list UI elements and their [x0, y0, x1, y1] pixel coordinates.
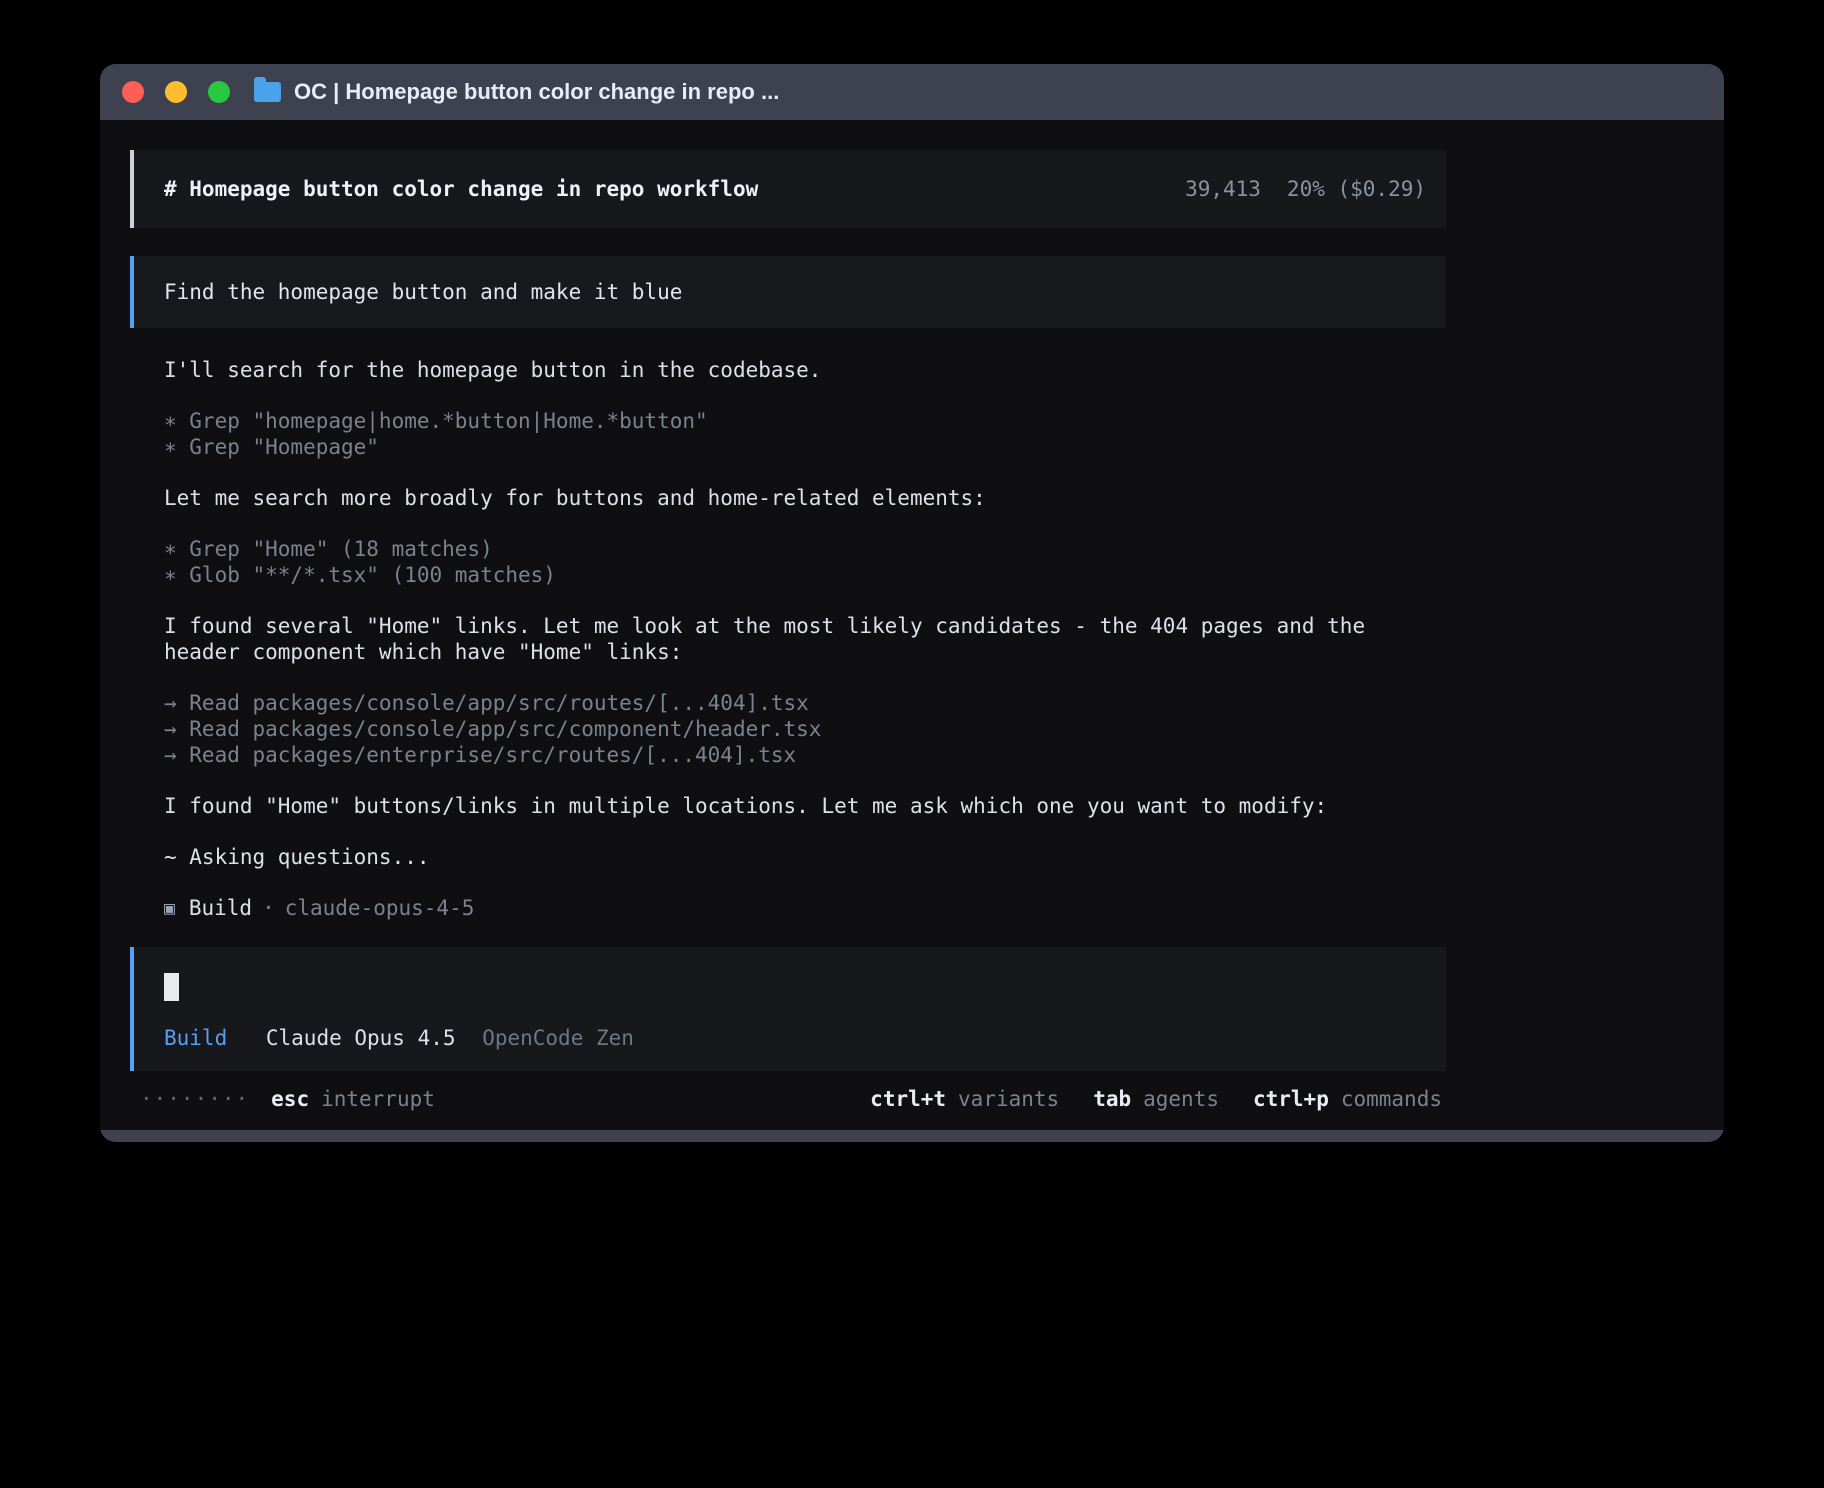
tool-call-grep: ∗ Grep "Home" (18 matches) — [164, 536, 1446, 562]
shortcut-label-interrupt: interrupt — [321, 1087, 435, 1111]
tool-call-grep: ∗ Grep "Homepage" — [164, 434, 1446, 460]
agent-separator: · — [262, 896, 275, 920]
window-bottom-edge — [100, 1130, 1724, 1142]
status-bar-left: ········ esc interrupt — [140, 1087, 435, 1111]
shortcut-key-ctrl-p: ctrl+p — [1253, 1087, 1329, 1111]
assistant-text: I'll search for the homepage button in t… — [164, 357, 1414, 383]
assistant-text: I found several "Home" links. Let me loo… — [164, 613, 1414, 665]
terminal-content: # Homepage button color change in repo w… — [100, 120, 1724, 1130]
shortcut-variants: ctrl+t variants — [870, 1087, 1059, 1111]
user-message-text: Find the homepage button and make it blu… — [164, 280, 682, 304]
working-status: ~ Asking questions... — [164, 844, 1414, 870]
shortcut-commands: ctrl+p commands — [1253, 1087, 1442, 1111]
shortcut-agents: tab agents — [1093, 1087, 1219, 1111]
session-header: # Homepage button color change in repo w… — [130, 150, 1446, 228]
provider-label: OpenCode Zen — [482, 1026, 634, 1050]
tool-call-group: → Read packages/console/app/src/routes/[… — [164, 690, 1446, 768]
model-label[interactable]: Claude Opus 4.5 — [266, 1026, 456, 1050]
zoom-button[interactable] — [208, 81, 230, 103]
window-title: OC | Homepage button color change in rep… — [294, 79, 779, 105]
shortcut-label-commands: commands — [1341, 1087, 1442, 1111]
tool-call-group: ∗ Grep "Home" (18 matches) ∗ Glob "**/*.… — [164, 536, 1446, 588]
agent-mode-label[interactable]: Build — [164, 1026, 227, 1050]
assistant-text: Let me search more broadly for buttons a… — [164, 485, 1414, 511]
tui-column: # Homepage button color change in repo w… — [130, 120, 1446, 1130]
traffic-lights — [122, 81, 230, 103]
folder-icon — [254, 82, 281, 102]
agent-status: ▣ Build · claude-opus-4-5 — [164, 895, 1446, 921]
shortcut-key-tab: tab — [1093, 1087, 1131, 1111]
text-cursor — [164, 973, 179, 1001]
assistant-text: I found "Home" buttons/links in multiple… — [164, 793, 1414, 819]
shortcut-label-variants: variants — [958, 1087, 1059, 1111]
close-button[interactable] — [122, 81, 144, 103]
status-bar: ········ esc interrupt ctrl+t variants t… — [130, 1084, 1446, 1114]
minimize-button[interactable] — [165, 81, 187, 103]
tool-call-read: → Read packages/enterprise/src/routes/[.… — [164, 742, 1446, 768]
agent-icon: ▣ — [164, 898, 175, 919]
session-title: # Homepage button color change in repo w… — [164, 177, 758, 201]
prompt-input[interactable]: Build Claude Opus 4.5 OpenCode Zen — [130, 947, 1446, 1071]
conversation: I'll search for the homepage button in t… — [130, 328, 1446, 921]
session-stats: 39,413 20% ($0.29) — [1185, 177, 1426, 201]
shortcut-key-esc: esc — [271, 1087, 309, 1111]
tool-call-glob: ∗ Glob "**/*.tsx" (100 matches) — [164, 562, 1446, 588]
tool-call-read: → Read packages/console/app/src/routes/[… — [164, 690, 1446, 716]
tool-call-group: ∗ Grep "homepage|home.*button|Home.*butt… — [164, 408, 1446, 460]
agent-model: claude-opus-4-5 — [285, 896, 475, 920]
context-usage: 20% ($0.29) — [1287, 177, 1426, 201]
input-meta: Build Claude Opus 4.5 OpenCode Zen — [164, 1025, 1416, 1051]
tool-call-read: → Read packages/console/app/src/componen… — [164, 716, 1446, 742]
spinner-dots: ········ — [140, 1087, 249, 1111]
window-titlebar[interactable]: OC | Homepage button color change in rep… — [100, 64, 1724, 120]
shortcut-label-agents: agents — [1143, 1087, 1219, 1111]
terminal-window: OC | Homepage button color change in rep… — [100, 64, 1724, 1142]
user-message: Find the homepage button and make it blu… — [130, 256, 1446, 328]
token-count: 39,413 — [1185, 177, 1261, 201]
status-bar-right: ctrl+t variants tab agents ctrl+p comman… — [870, 1087, 1442, 1111]
shortcut-key-ctrl-t: ctrl+t — [870, 1087, 946, 1111]
tool-call-grep: ∗ Grep "homepage|home.*button|Home.*butt… — [164, 408, 1446, 434]
agent-name: Build — [189, 896, 252, 920]
